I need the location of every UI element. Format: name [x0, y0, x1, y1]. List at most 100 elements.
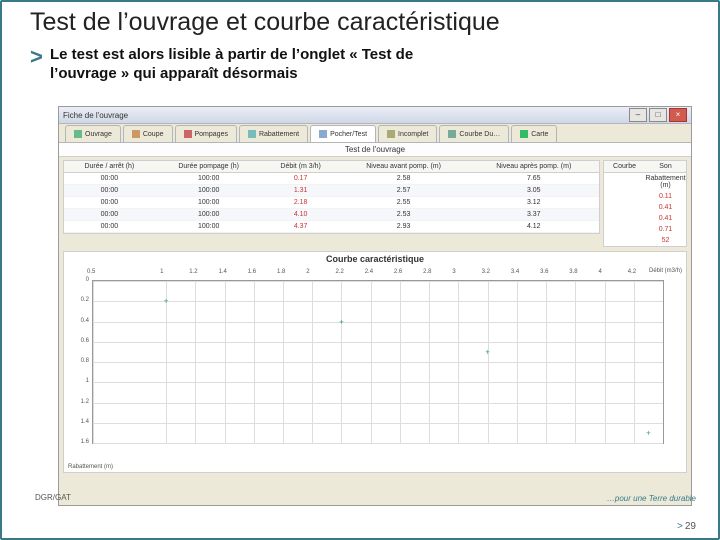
y-tick: 1	[67, 378, 89, 384]
data-point: +	[164, 297, 169, 306]
minimize-button[interactable]: –	[629, 108, 647, 122]
body-line-2: l’ouvrage » qui apparaît désormais	[50, 65, 298, 84]
side-value: 0.11	[645, 191, 686, 202]
bullet-marker: >	[30, 44, 43, 70]
table-cell: 2.93	[339, 221, 469, 233]
tab-coupe[interactable]: Coupe	[123, 125, 173, 142]
x-tick: 0.5	[87, 269, 95, 275]
table-cell: 100:00	[155, 221, 263, 233]
table-cell: 00:00	[64, 209, 155, 221]
table-cell: 4.12	[469, 221, 599, 233]
titlebar: Fiche de l'ouvrage – □ ×	[59, 107, 691, 124]
doc-icon	[74, 130, 82, 138]
x-tick: 4	[599, 269, 602, 275]
col-duree-arret: Durée / arrêt (h)	[64, 161, 155, 173]
table-cell: 00:00	[64, 221, 155, 233]
x-tick: 2.8	[423, 269, 431, 275]
table-cell: 4.10	[263, 209, 339, 221]
table-cell: 2.18	[263, 197, 339, 209]
window-title: Fiche de l'ouvrage	[63, 111, 128, 120]
side-row: 52	[604, 235, 686, 246]
data-table-wrap: Durée / arrêt (h) Durée pompage (h) Débi…	[63, 160, 600, 234]
table-row: 00:00100:000.172.587.65	[64, 173, 599, 185]
table-cell: 2.53	[339, 209, 469, 221]
tab-rabattement[interactable]: Rabattement	[239, 125, 308, 142]
side-col2-hdr: Son	[645, 161, 686, 172]
x-tick: 1.6	[248, 269, 256, 275]
side-row: 0.41	[604, 213, 686, 224]
x-tick: 1.2	[189, 269, 197, 275]
x-tick: 2.2	[335, 269, 343, 275]
plot-area: 0.511.21.41.61.822.22.42.62.833.23.43.63…	[92, 280, 664, 444]
footer-page: >29	[677, 521, 696, 532]
y-tick: 0.8	[67, 358, 89, 364]
table-cell: 00:00	[64, 173, 155, 185]
tab-incomplet[interactable]: Incomplet	[378, 125, 437, 142]
pump-icon	[184, 130, 192, 138]
y-tick: 0	[67, 277, 89, 283]
table-cell: 00:00	[64, 185, 155, 197]
y-tick: 1.4	[67, 419, 89, 425]
table-cell: 3.12	[469, 197, 599, 209]
table-row: 00:00100:002.182.553.12	[64, 197, 599, 209]
y-axis-caption: Rabattement (m)	[68, 464, 113, 470]
chart-title: Courbe caractéristique	[64, 252, 686, 266]
y-tick: 0.6	[67, 338, 89, 344]
brand-tagline: …pour une Terre durable	[607, 494, 696, 503]
table-cell: 2.55	[339, 197, 469, 209]
table-cell: 100:00	[155, 185, 263, 197]
table-row: 00:00100:001.312.573.05	[64, 185, 599, 197]
side-panel: CourbeSon Rabattement (m) 0.110.410.410.…	[603, 160, 687, 247]
warn-icon	[387, 130, 395, 138]
x-tick: 3.8	[569, 269, 577, 275]
footer-marker: >	[677, 521, 683, 532]
table-cell: 0.17	[263, 173, 339, 185]
x-tick: 2.4	[365, 269, 373, 275]
slide: Test de l’ouvrage et courbe caractéristi…	[0, 0, 720, 540]
col-debit: Débit (m 3/h)	[263, 161, 339, 173]
close-button[interactable]: ×	[669, 108, 687, 122]
side-row: 0.71	[604, 224, 686, 235]
x-tick: 1.4	[219, 269, 227, 275]
tab-pompages[interactable]: Pompages	[175, 125, 237, 142]
x-tick: 3.6	[540, 269, 548, 275]
side-value: 0.41	[645, 202, 686, 213]
side-value: 0.71	[645, 224, 686, 235]
table-row: 00:00100:004.102.533.37	[64, 209, 599, 221]
table-cell: 2.57	[339, 185, 469, 197]
x-tick: 3.4	[511, 269, 519, 275]
slide-title: Test de l’ouvrage et courbe caractéristi…	[30, 8, 500, 37]
side-col1-hdr: Courbe	[604, 161, 645, 172]
tab-courbe-du[interactable]: Courbe Du…	[439, 125, 509, 142]
tab-bar: Ouvrage Coupe Pompages Rabattement Poche…	[59, 124, 691, 143]
table-row: 00:00100:004.372.934.12	[64, 221, 599, 233]
x-tick: 2.6	[394, 269, 402, 275]
tab-carte[interactable]: Carte	[511, 125, 557, 142]
table-cell: 100:00	[155, 197, 263, 209]
app-window: Fiche de l'ouvrage – □ × Ouvrage Coupe P…	[58, 106, 692, 506]
table-cell: 100:00	[155, 173, 263, 185]
section-title: Test de l'ouvrage	[59, 143, 691, 157]
body-line-1: Le test est alors lisible à partir de l’…	[50, 46, 413, 65]
tab-test[interactable]: Pocher/Test	[310, 125, 376, 142]
table-cell: 4.37	[263, 221, 339, 233]
table-cell: 3.05	[469, 185, 599, 197]
window-buttons: – □ ×	[629, 108, 687, 122]
y-tick: 0.4	[67, 318, 89, 324]
x-tick: 2	[306, 269, 309, 275]
col-niveau-avant: Niveau avant pomp. (m)	[339, 161, 469, 173]
x-tick: 1	[160, 269, 163, 275]
table-cell: 3.37	[469, 209, 599, 221]
table-cell: 100:00	[155, 209, 263, 221]
maximize-button[interactable]: □	[649, 108, 667, 122]
test-icon	[319, 130, 327, 138]
y-tick: 0.2	[67, 297, 89, 303]
y-tick: 1.2	[67, 399, 89, 405]
side-row: 0.41	[604, 202, 686, 213]
x-tick: 3.2	[482, 269, 490, 275]
data-point: +	[646, 428, 651, 437]
footer-left: DGR/GAT	[35, 493, 71, 502]
data-point: +	[485, 347, 490, 356]
table-cell: 00:00	[64, 197, 155, 209]
tab-ouvrage[interactable]: Ouvrage	[65, 125, 121, 142]
